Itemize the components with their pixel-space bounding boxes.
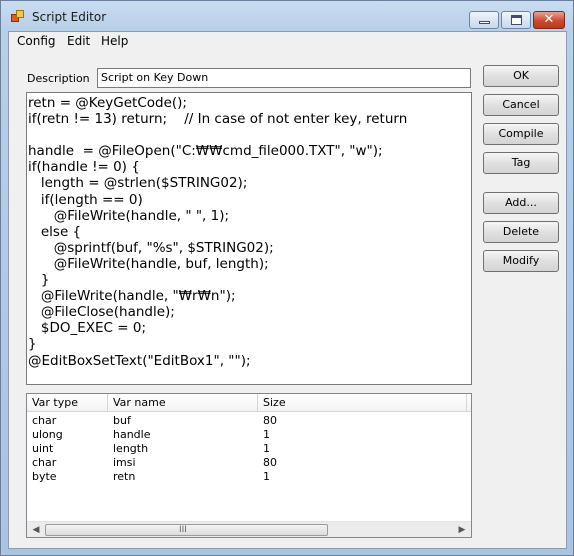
cell-var-name: retn [113, 470, 136, 483]
cell-size: 80 [263, 456, 277, 469]
variable-list-header: Var type Var name Size [27, 394, 471, 412]
cell-var-type: uint [32, 442, 54, 455]
delete-variable-button[interactable]: Delete [483, 221, 559, 243]
cell-var-name: length [113, 442, 149, 455]
column-header-size[interactable]: Size [258, 394, 467, 412]
maximize-icon [511, 15, 522, 25]
cell-size: 1 [263, 442, 270, 455]
cell-var-name: buf [113, 414, 131, 427]
menu-bar: Config Edit Help [9, 32, 566, 52]
window-title: Script Editor [32, 10, 107, 24]
column-header-var-type[interactable]: Var type [27, 394, 108, 412]
scroll-left-icon[interactable]: ◀ [29, 523, 43, 537]
cell-var-name: handle [113, 428, 151, 441]
variable-list[interactable]: Var type Var name Size char buf 80 ulong… [26, 393, 472, 538]
table-row[interactable]: byte retn 1 [27, 470, 471, 484]
menu-help[interactable]: Help [99, 34, 130, 48]
cancel-button[interactable]: Cancel [483, 94, 559, 116]
table-row[interactable]: ulong handle 1 [27, 428, 471, 442]
table-row[interactable]: char buf 80 [27, 414, 471, 428]
grip-icon: III [179, 525, 187, 535]
script-code-text: retn = @KeyGetCode(); if(retn != 13) ret… [28, 95, 408, 369]
cell-var-type: byte [32, 470, 57, 483]
add-variable-button[interactable]: Add... [483, 192, 559, 214]
column-header-var-name[interactable]: Var name [108, 394, 258, 412]
cell-var-name: imsi [113, 456, 136, 469]
close-icon: ✕ [543, 12, 555, 27]
description-label: Description [27, 72, 90, 85]
cell-var-type: char [32, 456, 57, 469]
table-row[interactable]: char imsi 80 [27, 456, 471, 470]
client-area: Config Edit Help Description Script on K… [8, 31, 567, 549]
menu-edit[interactable]: Edit [65, 34, 92, 48]
minimize-icon [479, 21, 490, 24]
title-bar[interactable]: Script Editor ✕ [1, 1, 573, 31]
minimize-button[interactable] [469, 11, 499, 29]
app-icon [11, 10, 25, 24]
scrollbar-thumb[interactable]: III [45, 524, 328, 536]
maximize-button[interactable] [501, 11, 531, 29]
table-row[interactable]: uint length 1 [27, 442, 471, 456]
cell-size: 80 [263, 414, 277, 427]
cell-size: 1 [263, 470, 270, 483]
script-code-editor[interactable]: retn = @KeyGetCode(); if(retn != 13) ret… [26, 92, 472, 385]
cell-size: 1 [263, 428, 270, 441]
close-button[interactable]: ✕ [533, 11, 565, 29]
compile-button[interactable]: Compile [483, 123, 559, 145]
ok-button[interactable]: OK [483, 65, 559, 87]
variable-list-body: char buf 80 ulong handle 1 uint length 1… [27, 414, 471, 484]
tag-button[interactable]: Tag [483, 152, 559, 174]
modify-variable-button[interactable]: Modify [483, 250, 559, 272]
cell-var-type: ulong [32, 428, 63, 441]
script-editor-window: Script Editor ✕ Config Edit Help Descrip… [0, 0, 574, 556]
description-input[interactable]: Script on Key Down [97, 68, 471, 88]
cell-var-type: char [32, 414, 57, 427]
scroll-right-icon[interactable]: ▶ [455, 523, 469, 537]
horizontal-scrollbar[interactable]: ◀ III ▶ [27, 521, 471, 537]
menu-config[interactable]: Config [15, 34, 58, 48]
